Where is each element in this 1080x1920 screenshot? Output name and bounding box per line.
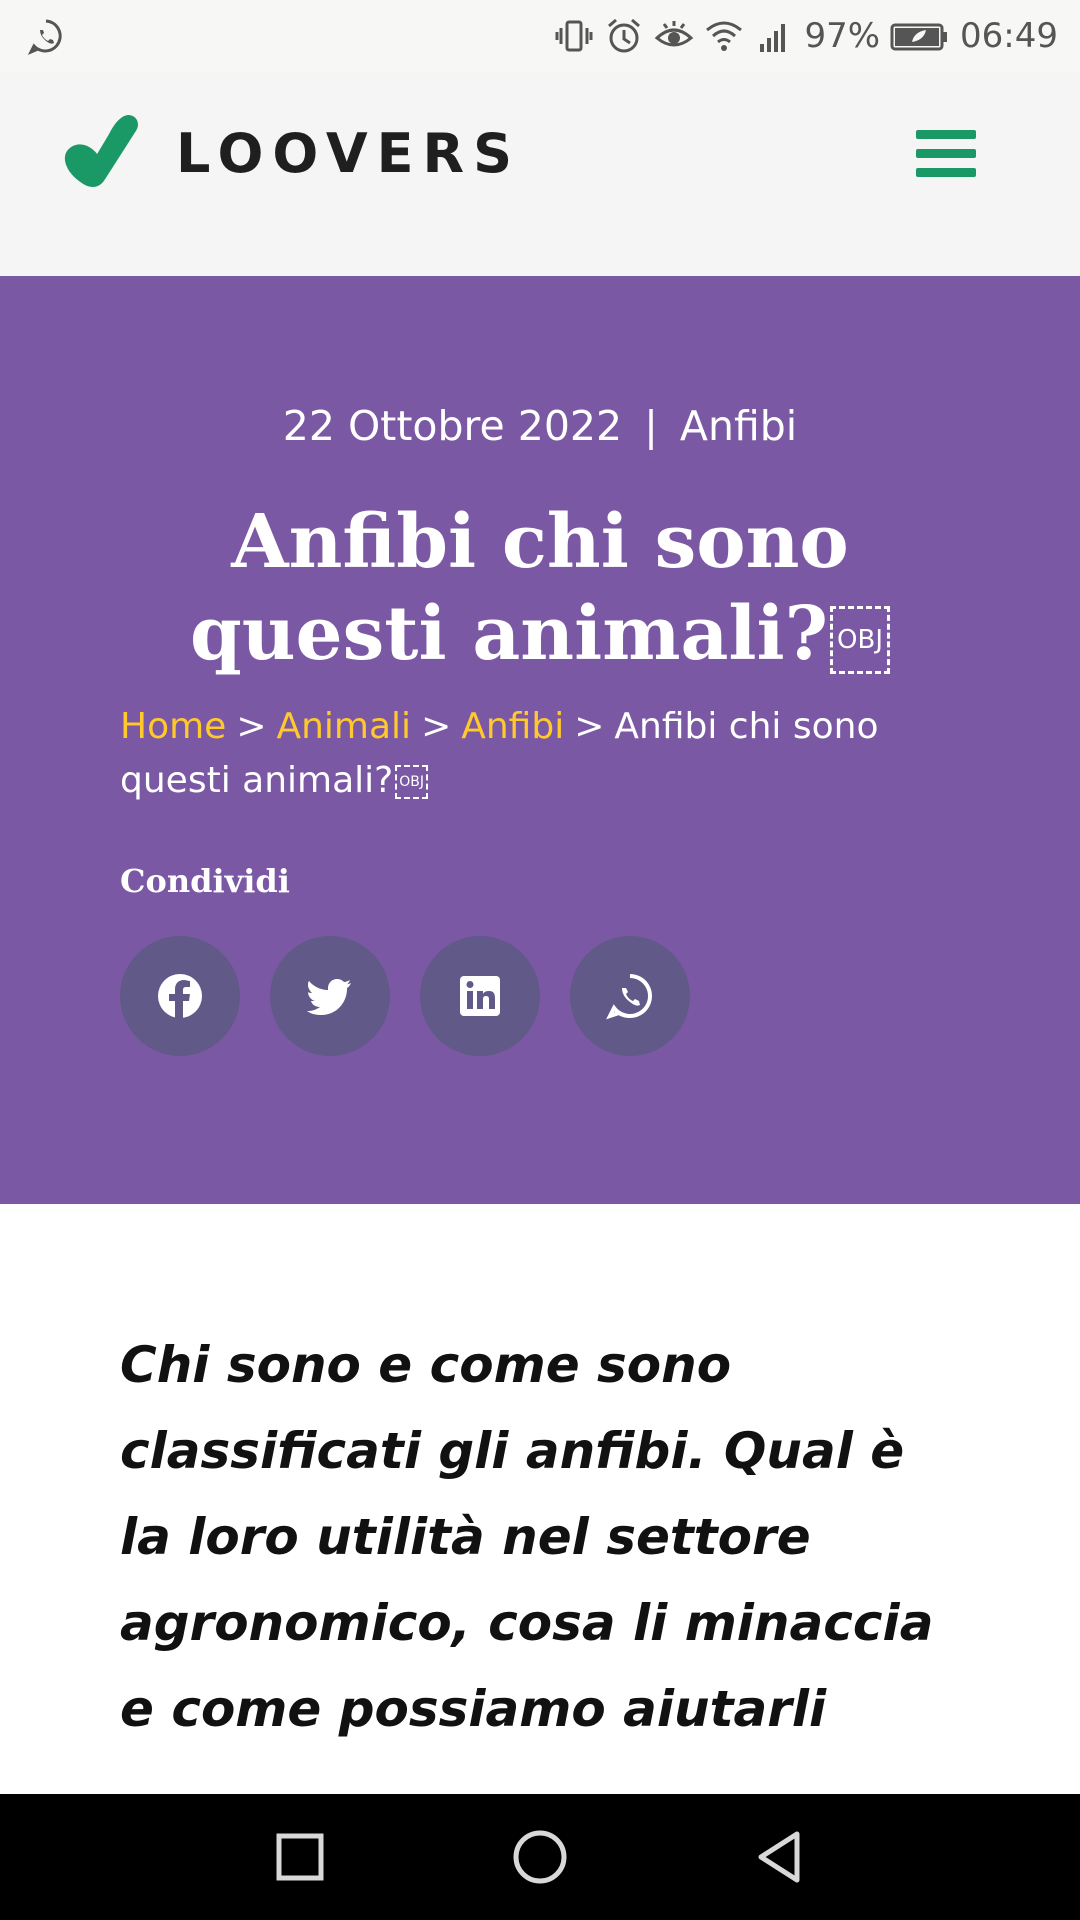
share-twitter-button[interactable] <box>270 936 390 1056</box>
heart-check-logo-icon <box>64 115 138 187</box>
home-icon[interactable] <box>505 1822 575 1892</box>
breadcrumb-anfibi[interactable]: Anfibi <box>461 706 564 747</box>
battery-percent: 97% <box>804 16 881 56</box>
battery-icon <box>890 16 950 56</box>
back-icon[interactable] <box>745 1822 815 1892</box>
share-buttons <box>120 936 690 1056</box>
logo[interactable]: LOOVERS <box>58 108 521 198</box>
whatsapp-icon <box>606 974 652 1020</box>
signal-icon <box>754 16 794 56</box>
page-title: Anfibi chi sono questi animali? OBJ <box>100 496 980 680</box>
eye-icon <box>654 16 694 56</box>
share-facebook-button[interactable] <box>120 936 240 1056</box>
navigation-bar <box>0 1794 1080 1920</box>
breadcrumb: Home > Animali > Anfibi > Anfibi chi sono ques… <box>120 700 960 808</box>
breadcrumb-arrow: > <box>421 706 452 747</box>
status-bar: 97% 06:49 <box>0 0 1080 72</box>
vibrate-icon <box>554 16 594 56</box>
article-hero: 22 Ottobre 2022 | Anfibi Anfibi chi sono q… <box>0 276 1080 1204</box>
object-placeholder-glyph: OBJ <box>830 605 891 674</box>
share-whatsapp-button[interactable] <box>570 936 690 1056</box>
meta-separator: | <box>644 402 658 450</box>
wifi-icon <box>704 16 744 56</box>
hamburger-menu-icon[interactable] <box>910 122 980 184</box>
breadcrumb-animali[interactable]: Animali <box>276 706 411 747</box>
title-text: Anfibi chi sono questi animali? <box>189 499 849 677</box>
article-meta: 22 Ottobre 2022 | Anfibi <box>0 402 1080 450</box>
brand-name: LOOVERS <box>176 121 521 185</box>
facebook-icon <box>158 974 202 1018</box>
article-intro: Chi sono e come sono classificati gli an… <box>120 1336 934 1738</box>
recent-apps-icon[interactable] <box>265 1822 335 1892</box>
article-date: 22 Ottobre 2022 <box>282 402 623 450</box>
alarm-icon <box>604 16 644 56</box>
share-linkedin-button[interactable] <box>420 936 540 1056</box>
breadcrumb-home[interactable]: Home <box>120 706 226 747</box>
twitter-icon <box>307 979 351 1015</box>
article-category[interactable]: Anfibi <box>680 402 797 450</box>
object-placeholder-glyph: OBJ <box>395 765 429 799</box>
site-header: LOOVERS <box>0 72 1080 276</box>
linkedin-icon <box>460 976 500 1016</box>
breadcrumb-arrow: > <box>574 706 605 747</box>
share-label: Condividi <box>120 862 290 900</box>
clock: 06:49 <box>960 16 1058 56</box>
whatsapp-notification-icon <box>26 16 66 56</box>
breadcrumb-arrow: > <box>236 706 267 747</box>
